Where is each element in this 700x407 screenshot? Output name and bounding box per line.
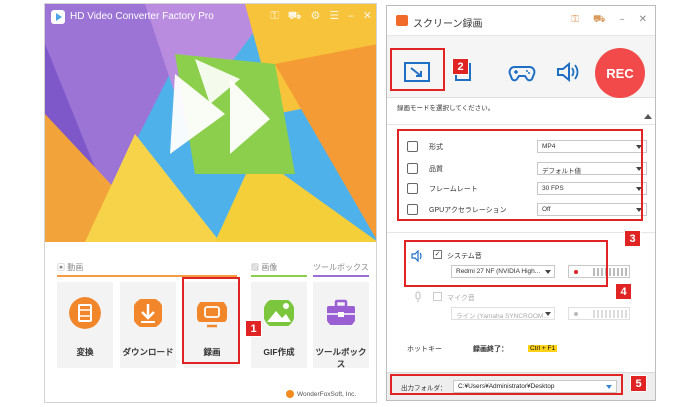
section-label-image: ▨ 画像 [251,263,278,272]
highlight-record-card [182,277,240,364]
step-badge-3: 3 [624,230,641,247]
gear-icon[interactable]: ⚙ [311,9,321,24]
minimize-icon[interactable]: – [348,9,354,24]
card-download[interactable]: ダウンロード [120,282,176,368]
step-badge-5: 5 [630,375,647,392]
card-download-label: ダウンロード [122,347,174,357]
key-icon[interactable]: ⚿ [270,9,278,24]
divider [387,124,655,125]
mode-game-button[interactable] [502,52,542,92]
cart-icon[interactable]: ⛟ [288,9,302,24]
list-icon[interactable]: ☰ [329,9,339,24]
mode-hint: 録画モードを選択してください。 [397,105,495,112]
volume-bars [593,310,627,318]
stop-recording-label: 録画終了： [473,346,508,353]
card-convert-label: 変換 [76,347,94,357]
divider [387,232,655,233]
record-dot-icon [574,312,578,316]
cart-icon[interactable]: ⛟ [593,14,606,27]
image-icon [264,300,294,326]
section-label-video: ▣ 動画 [57,263,84,272]
collapse-arrow-icon[interactable] [644,114,652,119]
wonderfox-logo-icon [286,390,294,398]
title-bar: HD Video Converter Factory Pro ⚿ ⛟ ⚙ ☰ –… [45,4,376,30]
mic-device-dropdown[interactable]: ライン (Yamaha SYNCROOM... [451,307,555,320]
download-icon [134,299,162,327]
video-section-icon: ▣ [57,263,68,272]
mic-icon [415,291,421,302]
image-section-icon: ▨ [251,263,262,272]
mic-label: マイク音 [447,295,475,302]
highlight-output-folder [390,374,623,395]
speaker-icon [557,61,579,83]
section-label-toolbox: ツールボックス [313,263,369,272]
highlight-video-settings [397,129,643,221]
mode-audio-button[interactable] [549,52,589,92]
hotkey-label: ホットキー [407,346,442,353]
recorder-title: スクリーン録画 [413,19,483,30]
step-badge-1: 1 [245,320,262,337]
recorder-title-bar: スクリーン録画 ⚿ ⛟ – ✕ [387,6,655,36]
highlight-region-mode [390,48,445,91]
step-badge-2: 2 [452,58,469,75]
stop-shortcut[interactable]: Ctrl + F1 [528,345,558,352]
section-line-toolbox [313,275,369,277]
hero-graphic [45,4,376,242]
recorder-window-controls: ⚿ ⛟ – ✕ [571,14,647,27]
film-convert-icon [69,297,101,329]
card-gif-label: GIF作成 [263,347,295,357]
app-title: HD Video Converter Factory Pro [70,11,214,22]
step-badge-4: 4 [615,283,632,300]
minimize-icon[interactable]: – [620,14,625,27]
section-line-image [251,275,307,277]
mic-volume[interactable] [568,307,630,320]
highlight-system-audio [404,240,608,287]
rec-button[interactable]: REC [595,48,645,98]
app-logo-icon [51,10,65,24]
close-icon[interactable]: ✕ [639,14,647,27]
card-convert[interactable]: 変換 [57,282,113,368]
toolbox-icon [327,299,355,325]
close-icon[interactable]: ✕ [363,9,372,24]
card-toolbox[interactable]: ツールボックス [313,282,369,369]
recorder-logo-icon [396,15,408,26]
card-toolbox-label: ツールボックス [315,347,367,369]
footer-brand: WonderFoxSoft, Inc. [297,391,357,398]
key-icon[interactable]: ⚿ [571,14,579,27]
window-controls: ⚿ ⛟ ⚙ ☰ – ✕ [270,9,372,24]
gamepad-icon [508,66,536,82]
mic-checkbox[interactable] [433,292,442,301]
